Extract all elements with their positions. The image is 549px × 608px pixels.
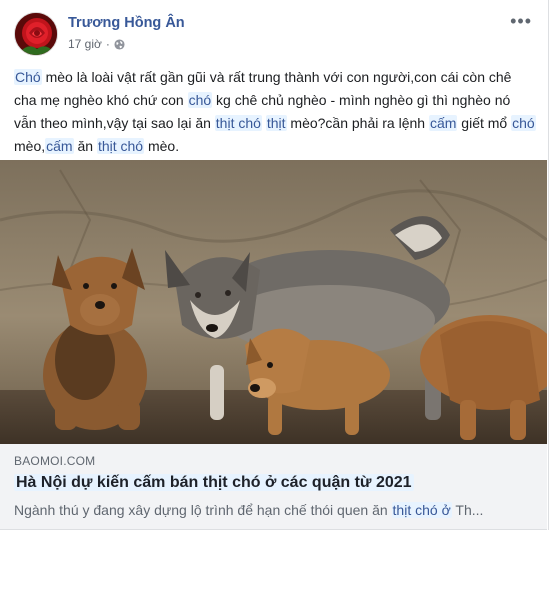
link-desc-highlight: thịt chó ở	[391, 502, 452, 518]
link-desc-prefix: Ngành thú y đang xây dựng lộ trình để hạ…	[14, 502, 392, 518]
rose-avatar-image	[15, 13, 57, 55]
author-name[interactable]: Trương Hồng Ân	[68, 15, 185, 31]
highlighted-keyword[interactable]: Chó	[14, 69, 42, 85]
highlighted-keyword[interactable]: thịt chó	[96, 138, 145, 154]
post-text-segment: mèo,	[14, 138, 46, 154]
highlighted-keyword[interactable]: chó	[187, 92, 213, 108]
globe-icon[interactable]	[114, 38, 125, 50]
link-domain: BAOMOI.COM	[14, 454, 96, 468]
link-description: Ngành thú y đang xây dựng lộ trình để hạ…	[14, 502, 534, 518]
link-title-text[interactable]: Hà Nội dự kiến cấm bán thịt chó ở các qu…	[14, 474, 414, 491]
highlighted-keyword[interactable]: cấm	[428, 115, 458, 131]
post-timestamp[interactable]: 17 giờ	[68, 37, 102, 51]
highlighted-keyword[interactable]: thịt	[265, 115, 287, 131]
dogs-photo	[0, 160, 547, 444]
post-text-segment: mèo?cần phải ra lệnh	[286, 115, 429, 131]
link-preview[interactable]: BAOMOI.COM Hà Nội dự kiến cấm bán thịt c…	[0, 444, 547, 530]
highlighted-keyword[interactable]: chó	[511, 115, 536, 131]
puppy-left	[43, 248, 147, 430]
post-text-segment: mèo.	[144, 138, 180, 154]
post-text-segment: giết mổ	[457, 115, 512, 131]
post-card: Trương Hồng Ân 17 giờ · ••• Chó mèo là l…	[0, 0, 549, 530]
post-image[interactable]	[0, 160, 547, 444]
post-text-segment: ăn	[73, 138, 97, 154]
highlighted-keyword[interactable]: cấm	[45, 138, 74, 154]
post-text: Chó mèo là loài vật rất gần gũi và rất t…	[14, 66, 536, 158]
more-options-icon[interactable]: •••	[510, 12, 532, 30]
meta-dot: ·	[105, 37, 110, 51]
post-header: Trương Hồng Ân 17 giờ · •••	[14, 12, 536, 58]
post-meta: 17 giờ ·	[68, 37, 125, 51]
avatar[interactable]	[14, 12, 58, 56]
link-title[interactable]: Hà Nội dự kiến cấm bán thịt chó ở các qu…	[14, 474, 414, 492]
highlighted-keyword[interactable]: thịt chó	[214, 115, 262, 131]
link-desc-suffix: Th...	[451, 502, 484, 518]
